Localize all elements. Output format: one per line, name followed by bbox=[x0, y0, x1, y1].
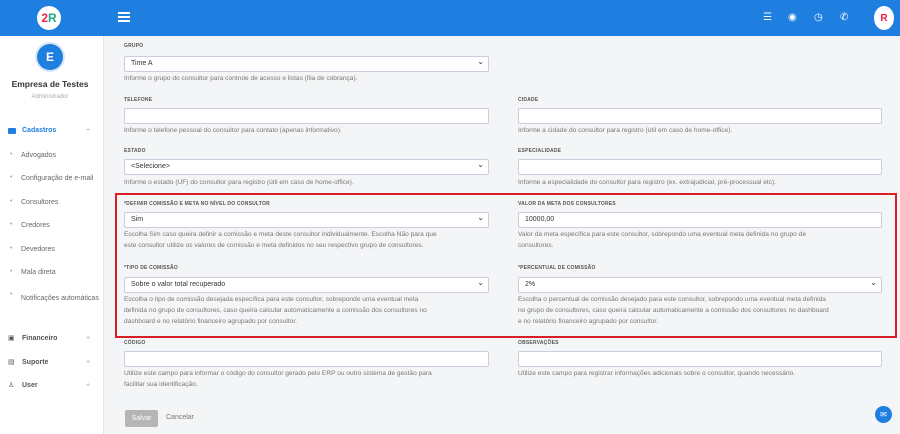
user-avatar[interactable]: R bbox=[874, 6, 894, 30]
chat-icon: ▤ bbox=[8, 359, 15, 366]
percentual-label: *PERCENTUAL DE COMISSÃO bbox=[518, 265, 596, 271]
nav-toggle: + bbox=[86, 335, 91, 342]
folder-icon bbox=[8, 128, 16, 134]
meta-input[interactable]: 10000,00 bbox=[518, 212, 882, 228]
cidade-help: Informe a cidade do consultor para regis… bbox=[518, 127, 733, 134]
cancel-button[interactable]: Cancelar bbox=[166, 414, 194, 421]
user-icon: ♙ bbox=[8, 382, 15, 389]
grupo-select[interactable]: Time A bbox=[124, 55, 489, 72]
subnav-label: Devedores bbox=[21, 246, 55, 253]
subnav-label: Credores bbox=[21, 222, 50, 229]
nav-label: User bbox=[22, 382, 38, 389]
subnav-label: Advogados bbox=[21, 152, 57, 159]
tipo-label: *TIPO DE COMISSÃO bbox=[124, 265, 178, 271]
telefone-input[interactable] bbox=[124, 108, 489, 124]
mask-icon[interactable]: ◉ bbox=[788, 11, 797, 25]
menu-toggle-icon[interactable] bbox=[118, 12, 130, 22]
company-role: Administrador bbox=[31, 94, 69, 100]
especialidade-label: ESPECIALIDADE bbox=[518, 148, 562, 154]
app-logo[interactable]: 2R bbox=[37, 6, 61, 30]
nav-toggle: + bbox=[86, 359, 91, 366]
nav-toggle: + bbox=[86, 382, 91, 389]
codigo-label: CÓDIGO bbox=[124, 340, 146, 346]
percentual-help-2: no grupo de consultores, caso queira cal… bbox=[518, 307, 829, 314]
percentual-help-1: Escolha o percentual de comissão desejad… bbox=[518, 296, 826, 303]
definir-label: *DEFINIR COMISSÃO E META NO NÍVEL DO CON… bbox=[124, 201, 270, 207]
list-icon[interactable]: ☰ bbox=[763, 11, 772, 25]
save-button[interactable]: Salvar bbox=[125, 410, 158, 427]
sidebar: E Empresa de Testes Administrador Cadast… bbox=[0, 36, 104, 434]
nav-toggle: − bbox=[86, 127, 91, 134]
grupo-help: Informe o grupo do consultor para contro… bbox=[124, 75, 358, 82]
percentual-select[interactable]: 2% bbox=[518, 276, 882, 293]
subnav-label: Mala direta bbox=[21, 269, 56, 276]
chat-bubble-icon[interactable]: ✉ bbox=[875, 406, 892, 423]
telefone-help: Informe o telefone pessoal do consultor … bbox=[124, 127, 342, 134]
estado-help: Informe o estado (UF) do consultor para … bbox=[124, 179, 354, 186]
definir-help-2: este consultor utilize os valores de com… bbox=[124, 242, 424, 249]
percentual-help-3: e no relatório financeiro agrupado por c… bbox=[518, 318, 659, 325]
observacoes-label: OBSERVAÇÕES bbox=[518, 340, 559, 346]
meta-label: VALOR DA META DOS CONSULTORES bbox=[518, 201, 616, 207]
especialidade-input[interactable] bbox=[518, 159, 882, 175]
top-bar: 2R ☰ ◉ ◷ ✆ R bbox=[0, 0, 900, 36]
nav-label: Cadastros bbox=[22, 127, 57, 134]
tipo-select[interactable]: Sobre o valor total recuperado bbox=[124, 276, 489, 293]
estado-label: ESTADO bbox=[124, 148, 146, 154]
estado-select[interactable]: <Selecione> bbox=[124, 158, 489, 175]
company-name: Empresa de Testes bbox=[11, 79, 89, 89]
nav-label: Suporte bbox=[22, 359, 49, 366]
codigo-help-2: facilitar sua identificação. bbox=[124, 381, 198, 388]
observacoes-input[interactable] bbox=[518, 351, 882, 367]
telefone-label: TELEFONE bbox=[124, 97, 153, 103]
subnav-label: Consultores bbox=[21, 199, 59, 206]
observacoes-help: Utilize este campo para registrar inform… bbox=[518, 370, 796, 377]
subnav-label: Configuração de e-mail bbox=[21, 175, 94, 182]
codigo-input[interactable] bbox=[124, 351, 489, 367]
tipo-help-2: definida no grupo de consultores, caso q… bbox=[124, 307, 427, 314]
especialidade-help: Informe a especialidade do consultor par… bbox=[518, 179, 777, 186]
grupo-label: GRUPO bbox=[124, 43, 144, 49]
money-icon: ▣ bbox=[8, 335, 15, 342]
meta-help-1: Valor da meta específica para este consu… bbox=[518, 231, 806, 238]
definir-help-1: Escolha Sim caso queira definir a comiss… bbox=[124, 231, 437, 238]
cidade-input[interactable] bbox=[518, 108, 882, 124]
cidade-label: CIDADE bbox=[518, 97, 539, 103]
meta-help-2: consultores. bbox=[518, 242, 554, 249]
definir-select[interactable]: Sim bbox=[124, 211, 489, 228]
nav-label: Financeiro bbox=[22, 335, 58, 342]
tipo-help-3: dashboard e no relatório financeiro agru… bbox=[124, 318, 298, 325]
whatsapp-icon[interactable]: ✆ bbox=[840, 11, 848, 25]
subnav-label: Notificações automáticas bbox=[21, 295, 99, 302]
tipo-help-1: Escolha o tipo de comissão desejada espe… bbox=[124, 296, 419, 303]
codigo-help-1: Utilize este campo para informar o códig… bbox=[124, 370, 432, 377]
clock-icon[interactable]: ◷ bbox=[814, 11, 823, 25]
company-avatar: E bbox=[37, 44, 63, 70]
